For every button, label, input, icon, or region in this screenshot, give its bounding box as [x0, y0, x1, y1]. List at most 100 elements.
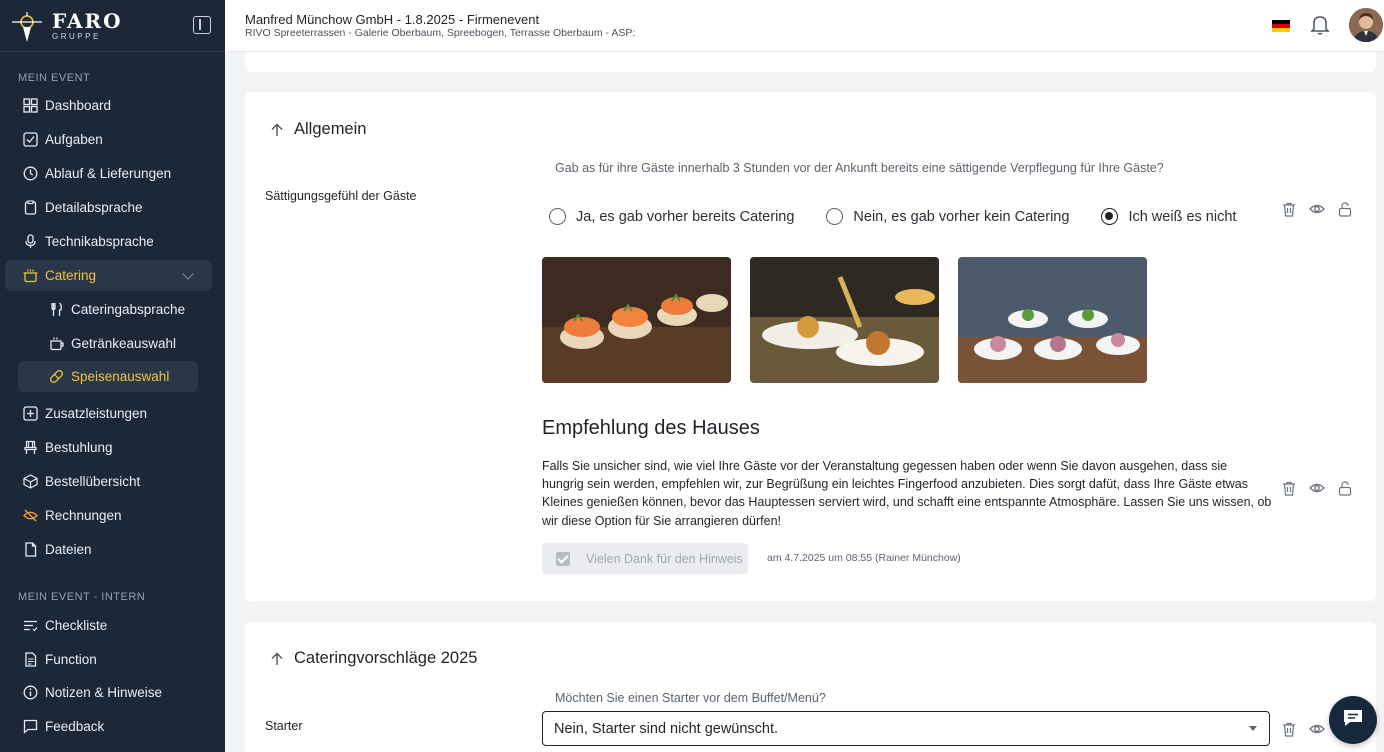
sidebar-item-bestuhlung[interactable]: Bestuhlung — [5, 432, 212, 463]
card-cateringvorschlaege: Cateringvorschläge 2025 Möchten Sie eine… — [245, 622, 1376, 752]
sidebar-item-rechnungen[interactable]: Rechnungen — [5, 500, 212, 531]
page-title: Manfred Münchow GmbH - 1.8.2025 - Firmen… — [245, 12, 540, 27]
recommendation-text: Falls Sie unsicher sind, wie viel Ihre G… — [542, 459, 1272, 528]
question-text: Möchten Sie einen Starter vor dem Buffet… — [555, 691, 826, 705]
sidebar-item-dateien[interactable]: Dateien — [5, 534, 212, 565]
sidebar-item-label: Bestuhlung — [45, 440, 113, 455]
german-flag-icon[interactable] — [1272, 19, 1290, 32]
sidebar-item-detailabsprache[interactable]: Detailabsprache — [5, 192, 212, 223]
trash-icon[interactable] — [1281, 480, 1297, 496]
unlock-icon[interactable] — [1337, 201, 1353, 217]
row-actions — [1281, 201, 1365, 217]
faro-logo-icon — [10, 9, 44, 43]
brand[interactable]: FARO GRUPPE — [0, 0, 225, 52]
sidebar-item-notizen[interactable]: Notizen & Hinweise — [5, 677, 212, 708]
radio-option-unknown[interactable]: Ich weiß es nicht — [1101, 208, 1236, 225]
starter-select[interactable]: Nein, Starter sind nicht gewünscht. — [542, 711, 1270, 746]
acknowledge-meta: am 4.7.2025 um 08:55 (Rainer Münchow) — [767, 552, 961, 564]
sidebar-item-label: Checkliste — [45, 618, 108, 633]
radio-circle[interactable] — [826, 208, 844, 225]
sidebar-item-zusatzleistungen[interactable]: Zusatzleistungen — [5, 398, 212, 429]
page-subtitle: RIVO Spreeterrassen - Galerie Oberbaum, … — [245, 27, 636, 39]
sidebar-item-ablauf[interactable]: Ablauf & Lieferungen — [5, 158, 212, 189]
avatar[interactable] — [1349, 8, 1383, 42]
card-previous — [245, 52, 1376, 72]
sidebar-subitem-getraenkeauswahl[interactable]: Getränkeauswahl — [18, 328, 198, 359]
sidebar-item-dashboard[interactable]: Dashboard — [5, 90, 212, 121]
document-icon — [22, 652, 38, 668]
sidebar-item-aufgaben[interactable]: Aufgaben — [5, 124, 212, 155]
sidebar-item-label: Dateien — [45, 542, 92, 557]
question-text: Gab as für ihre Gäste innerhalb 3 Stunde… — [555, 161, 1164, 175]
sidebar-item-label: Aufgaben — [45, 132, 103, 147]
sidebar-item-bestelluebersicht[interactable]: Bestellübersicht — [5, 466, 212, 497]
sidebar-item-function[interactable]: Function — [5, 644, 212, 675]
sidebar-item-feedback[interactable]: Feedback — [5, 711, 212, 742]
sidebar-item-label: Cateringabsprache — [71, 302, 186, 317]
chevron-down-icon — [182, 268, 194, 280]
sidebar-item-label: Notizen & Hinweise — [45, 685, 163, 700]
section-title-allgemein[interactable]: Allgemein — [270, 120, 366, 139]
sidebar-item-label: Feedback — [45, 719, 105, 734]
catering-photo-fingerfood — [750, 257, 939, 383]
bell-icon[interactable] — [1310, 14, 1330, 36]
sidebar-item-label: Catering — [45, 268, 97, 283]
eye-icon[interactable] — [1309, 721, 1325, 737]
pot-icon — [22, 268, 38, 284]
unlock-icon[interactable] — [1337, 480, 1353, 496]
radio-group: Ja, es gab vorher bereits Catering Nein,… — [549, 208, 1268, 225]
cup-icon — [48, 336, 64, 352]
field-label: Starter — [265, 719, 303, 733]
trash-icon[interactable] — [1281, 201, 1297, 217]
radio-circle[interactable] — [549, 208, 566, 225]
section-label-mein-event: MEIN EVENT — [18, 72, 91, 84]
chat-icon — [1342, 708, 1364, 733]
microphone-icon — [22, 234, 38, 250]
arrow-up-icon — [270, 652, 284, 666]
radio-circle[interactable] — [1101, 208, 1119, 225]
acknowledge-button[interactable]: Vielen Dank für den Hinweis — [542, 543, 748, 574]
eye-icon[interactable] — [1309, 480, 1325, 496]
sidebar-item-label: Function — [45, 652, 97, 667]
clock-icon — [22, 166, 38, 182]
sidebar: FARO GRUPPE MEIN EVENT Dashboard Aufgabe… — [0, 0, 225, 752]
file-icon — [22, 542, 38, 558]
checkbox-checked-icon — [556, 551, 570, 566]
catering-photo-spoons — [958, 257, 1147, 383]
sidebar-item-label: Bestellübersicht — [45, 474, 141, 489]
radio-option-catering-no[interactable]: Nein, es gab vorher kein Catering — [826, 208, 1069, 225]
sidebar-item-label: Zusatzleistungen — [45, 406, 148, 421]
sidebar-item-checkliste[interactable]: Checkliste — [5, 610, 212, 641]
acknowledge-label: Vielen Dank für den Hinweis — [586, 551, 743, 566]
radio-label: Nein, es gab vorher kein Catering — [853, 208, 1070, 225]
sidebar-item-technikabsprache[interactable]: Technikabsprache — [5, 226, 212, 257]
info-icon — [22, 685, 38, 701]
collapse-sidebar-icon[interactable] — [193, 16, 211, 34]
arrow-up-icon — [270, 123, 284, 137]
radio-option-catering-yes[interactable]: Ja, es gab vorher bereits Catering — [549, 208, 794, 225]
fork-knife-icon — [48, 302, 64, 318]
section-title-catering[interactable]: Cateringvorschläge 2025 — [270, 649, 477, 668]
clipboard-icon — [22, 200, 38, 216]
topbar: Manfred Münchow GmbH - 1.8.2025 - Firmen… — [225, 0, 1384, 52]
section-title-text: Cateringvorschläge 2025 — [294, 649, 478, 667]
sidebar-subitem-cateringabsprache[interactable]: Cateringabsprache — [18, 294, 198, 325]
pill-icon — [48, 369, 64, 385]
section-label-intern: MEIN EVENT - INTERN — [18, 591, 146, 603]
brand-sub: GRUPPE — [52, 31, 101, 41]
radio-label: Ich weiß es nicht — [1128, 208, 1237, 225]
sidebar-item-label: Rechnungen — [45, 508, 122, 523]
sidebar-item-label: Detailabsprache — [45, 200, 143, 215]
checkbox-icon — [22, 132, 38, 148]
sidebar-item-catering[interactable]: Catering — [5, 260, 212, 291]
sidebar-item-label: Getränkeauswahl — [71, 336, 177, 351]
eye-icon[interactable] — [1309, 201, 1325, 217]
chat-button[interactable] — [1329, 696, 1377, 744]
trash-icon[interactable] — [1281, 721, 1297, 737]
sidebar-subitem-speisenauswahl[interactable]: Speisenauswahl — [18, 361, 198, 392]
select-value: Nein, Starter sind nicht gewünscht. — [554, 720, 779, 737]
box-icon — [22, 474, 38, 490]
field-label: Sättigungsgefühl der Gäste — [265, 189, 417, 203]
list-icon — [22, 618, 38, 634]
sidebar-item-label: Speisenauswahl — [71, 369, 170, 384]
